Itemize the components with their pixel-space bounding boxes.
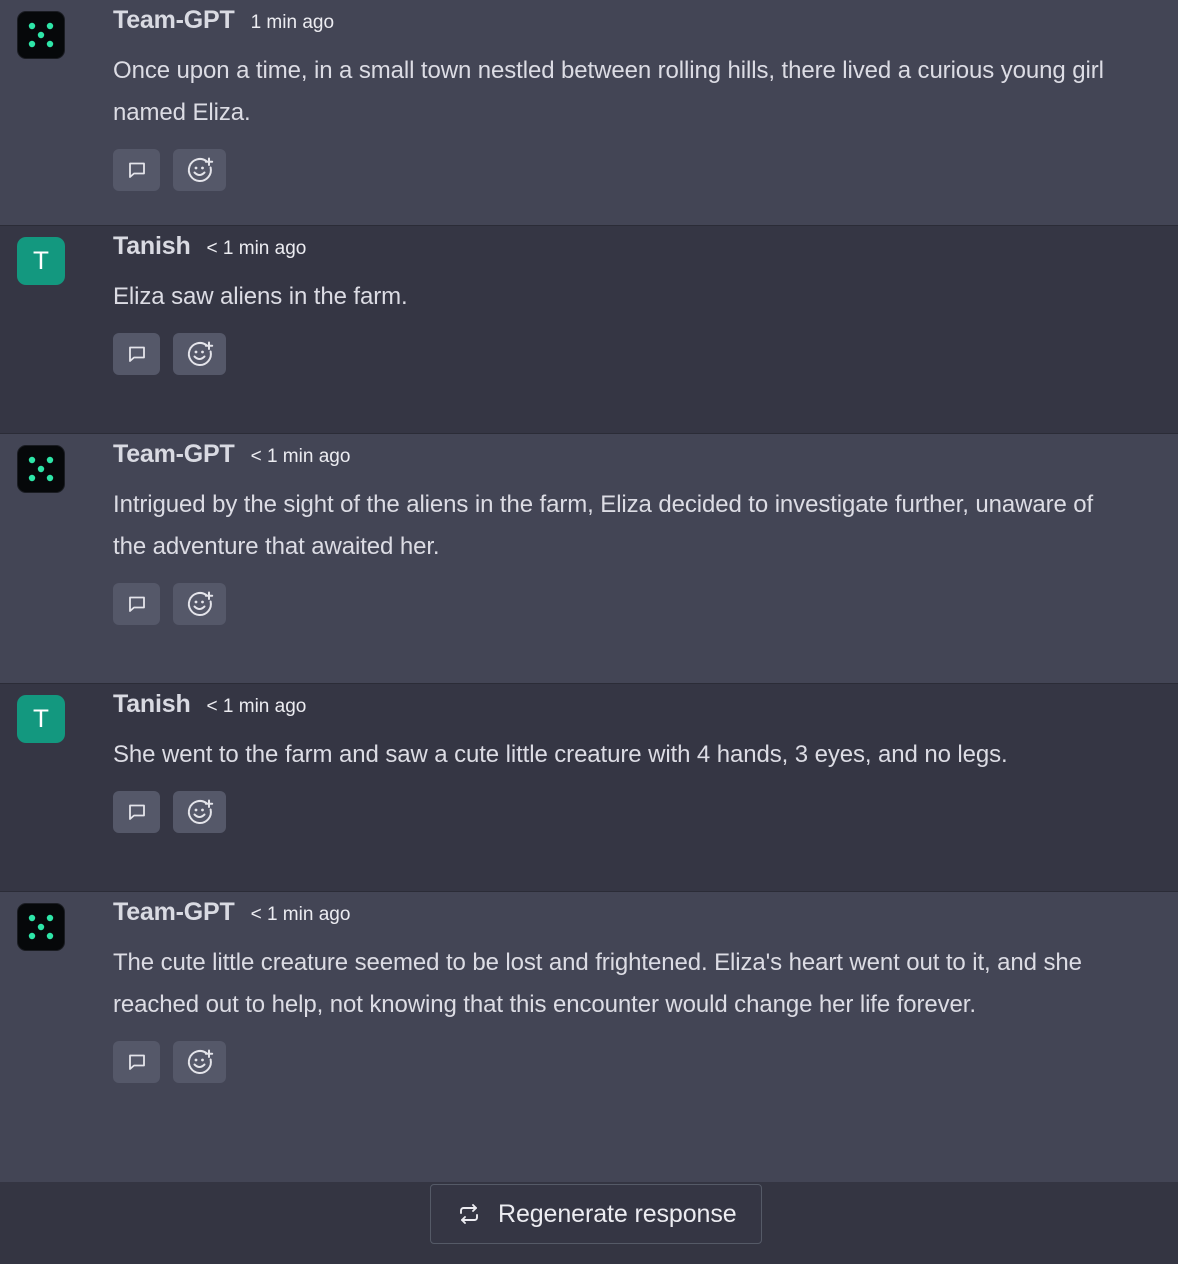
chat-thread: Team-GPT 1 min ago Once upon a time, in … [0,0,1178,1264]
message-content: Team-GPT < 1 min ago Intrigued by the si… [113,440,1108,625]
message-team-gpt: Team-GPT < 1 min ago The cute little cre… [0,892,1178,1184]
add-reaction-icon [187,799,213,824]
message-meta: Tanish < 1 min ago [113,232,1108,264]
comment-button[interactable] [113,149,160,191]
message-actions [113,1041,1108,1083]
add-reaction-icon [187,157,213,182]
message-team-gpt: Team-GPT 1 min ago Once upon a time, in … [0,0,1178,226]
repeat-icon [460,1204,478,1224]
author-name: Team-GPT [113,440,235,468]
add-reaction-button[interactable] [173,149,226,191]
team-gpt-avatar [17,11,65,59]
add-reaction-button[interactable] [173,333,226,375]
team-gpt-logo-icon [28,914,54,940]
message-tanish: T Tanish < 1 min ago Eliza saw aliens in… [0,226,1178,434]
message-text: The cute little creature seemed to be lo… [113,949,1082,1018]
message-timestamp: 1 min ago [250,12,335,33]
author-name: Team-GPT [113,6,235,34]
message-meta: Team-GPT < 1 min ago [113,898,1108,930]
message-timestamp: < 1 min ago [206,238,307,259]
message-timestamp: < 1 min ago [206,696,307,717]
message-content: Team-GPT 1 min ago Once upon a time, in … [113,6,1108,191]
message-actions [113,149,1108,191]
team-gpt-logo-icon [28,456,54,482]
add-reaction-button[interactable] [173,583,226,625]
comment-icon [128,162,145,178]
message-text: She went to the farm and saw a cute litt… [113,741,1008,768]
author-name: Tanish [113,690,191,718]
message-meta: Team-GPT 1 min ago [113,6,1108,38]
message-tanish: T Tanish < 1 min ago She went to the far… [0,684,1178,892]
regenerate-response-label: Regenerate response [498,1199,737,1228]
comment-icon [128,804,145,820]
message-text: Eliza saw aliens in the farm. [113,283,408,310]
message-actions [113,333,1108,375]
add-reaction-icon [187,1049,213,1074]
comment-button[interactable] [113,333,160,375]
team-gpt-logo-icon [28,22,54,48]
message-meta: Tanish < 1 min ago [113,690,1108,722]
team-gpt-avatar [17,445,65,493]
comment-icon [128,1054,145,1070]
tanish-avatar: T [17,237,65,285]
comment-icon [128,596,145,612]
message-team-gpt: Team-GPT < 1 min ago Intrigued by the si… [0,434,1178,684]
team-gpt-avatar [17,903,65,951]
message-content: Tanish < 1 min ago Eliza saw aliens in t… [113,232,1108,375]
message-text: Once upon a time, in a small town nestle… [113,57,1104,126]
comment-button[interactable] [113,583,160,625]
author-name: Team-GPT [113,898,235,926]
tanish-avatar: T [17,695,65,743]
add-reaction-icon [187,341,213,366]
comment-button[interactable] [113,791,160,833]
message-actions [113,583,1108,625]
comment-button[interactable] [113,1041,160,1083]
message-meta: Team-GPT < 1 min ago [113,440,1108,472]
add-reaction-button[interactable] [173,791,226,833]
add-reaction-button[interactable] [173,1041,226,1083]
regenerate-response-button[interactable]: Regenerate response [430,1184,762,1244]
message-content: Tanish < 1 min ago She went to the farm … [113,690,1108,833]
message-timestamp: < 1 min ago [250,446,351,467]
add-reaction-icon [187,591,213,616]
message-content: Team-GPT < 1 min ago The cute little cre… [113,898,1108,1083]
message-actions [113,791,1108,833]
message-text: Intrigued by the sight of the aliens in … [113,491,1094,560]
author-name: Tanish [113,232,191,260]
message-timestamp: < 1 min ago [250,904,351,925]
comment-icon [128,346,145,362]
chat-footer: Regenerate response [0,1182,1178,1264]
